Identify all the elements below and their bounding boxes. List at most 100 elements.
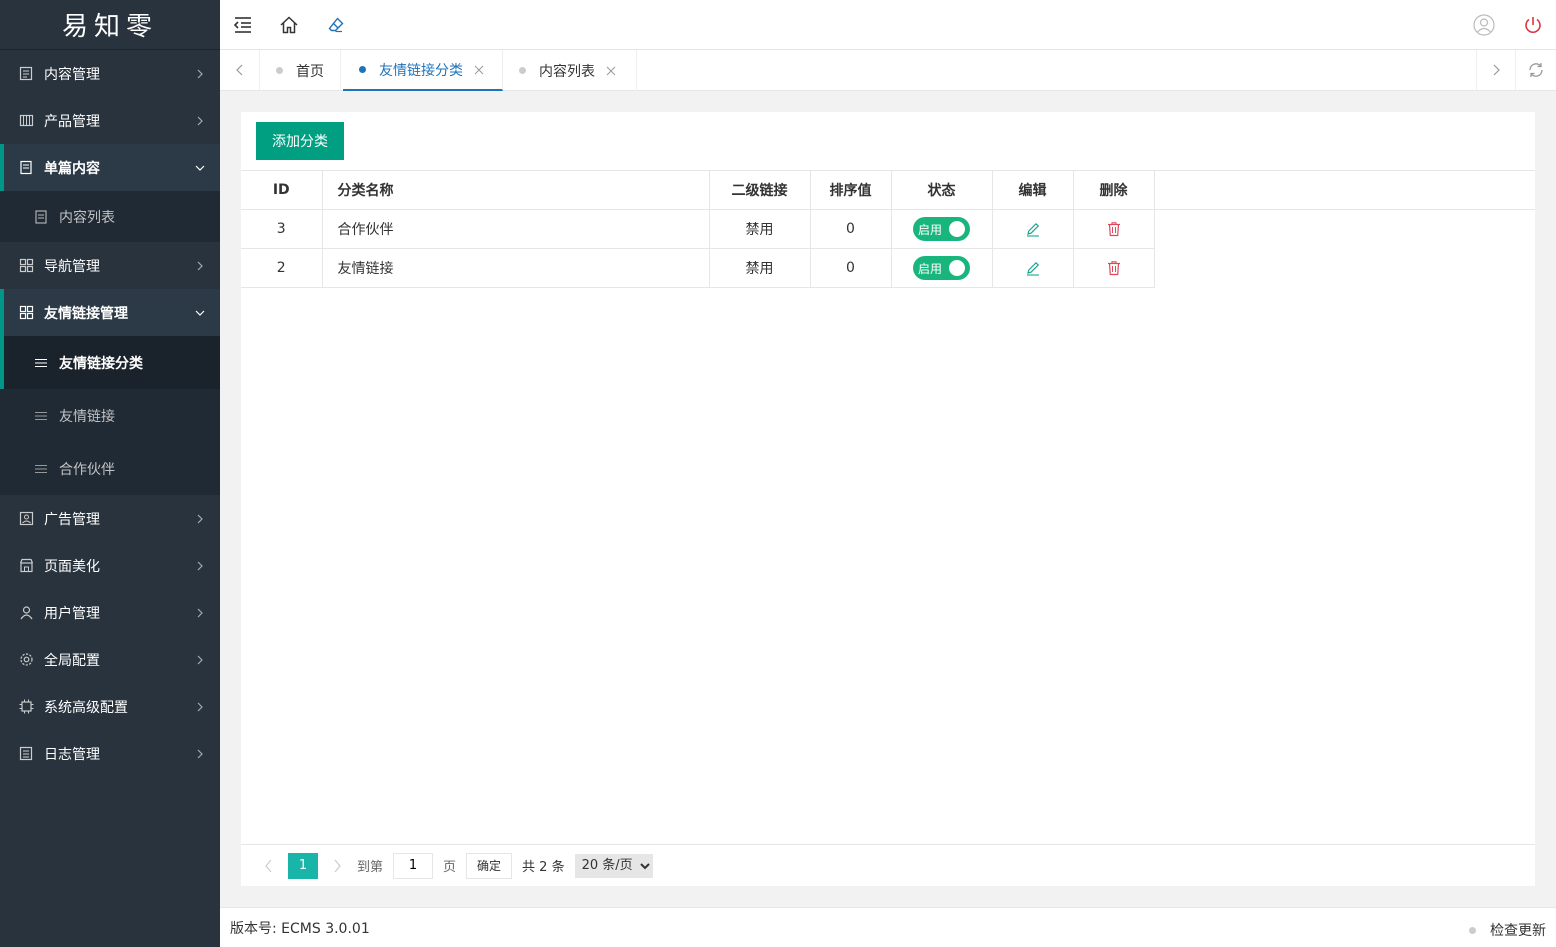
sidebar-subitem-content-list[interactable]: 内容列表: [0, 191, 220, 242]
pagination: 1 到第 页 确定 共 2 条 20 条/页: [241, 844, 1535, 886]
sidebar-subitem-partner[interactable]: 合作伙伴: [0, 442, 220, 495]
sidebar-subitem-label: 内容列表: [59, 209, 115, 226]
page-size-select[interactable]: 20 条/页: [574, 853, 653, 878]
tab-dot: [359, 66, 366, 73]
tab-dot: [519, 67, 526, 74]
eraser-icon[interactable]: [324, 13, 348, 37]
logo[interactable]: 易知零: [0, 0, 220, 50]
sidebar-item-advanced-config[interactable]: 系统高级配置: [0, 683, 220, 730]
power-icon[interactable]: [1521, 13, 1545, 37]
chevron-down-icon: [195, 165, 205, 171]
list-icon: [34, 462, 48, 476]
page-unit-label: 页: [443, 860, 457, 875]
table-row: 2 友情链接 禁用 0 启用: [241, 248, 1155, 288]
chevron-right-icon: [197, 514, 203, 523]
chevron-right-icon: [197, 702, 203, 711]
close-icon[interactable]: [605, 65, 617, 77]
category-table: ID 分类名称 二级链接 排序值 状态 编辑 删除 3 合作伙伴 禁用 0 启用: [241, 170, 1155, 288]
refresh-icon[interactable]: [1516, 50, 1556, 90]
sidebar-item-label: 单篇内容: [44, 160, 100, 177]
tab-scroll-left-icon[interactable]: [220, 50, 260, 90]
status-switch[interactable]: 启用: [913, 217, 970, 241]
page-input[interactable]: [393, 852, 434, 879]
sidebar-subitem-friend-link[interactable]: 友情链接: [0, 389, 220, 442]
cell-sort: 0: [809, 209, 892, 249]
chip-icon: [18, 699, 34, 715]
trash-icon[interactable]: [1106, 221, 1122, 237]
chevron-right-icon: [197, 561, 203, 570]
sidebar-item-product[interactable]: 产品管理: [0, 97, 220, 144]
cell-sort: 0: [809, 248, 892, 288]
avatar-icon[interactable]: [1472, 13, 1496, 37]
cell-id: 2: [241, 248, 323, 288]
footer: 版本号: ECMS 3.0.01 检查更新: [220, 907, 1556, 947]
close-icon[interactable]: [473, 64, 485, 76]
tab-dot: [276, 67, 283, 74]
sidebar-item-logs[interactable]: 日志管理: [0, 730, 220, 777]
tab-content-list[interactable]: 内容列表: [503, 50, 637, 91]
cell-delete: [1072, 209, 1155, 249]
next-page-icon[interactable]: [327, 856, 347, 876]
sidebar-item-friend-links[interactable]: 友情链接管理: [0, 289, 220, 336]
goto-label: 到第: [357, 860, 384, 875]
main-card: 添加分类 ID 分类名称 二级链接 排序值 状态 编辑 删除 3 合作伙伴 禁用…: [241, 112, 1535, 886]
sidebar-menu: 内容管理 产品管理 单篇内容 内容列表 导航管理 友情链接管理 友情链接分类 友…: [0, 50, 220, 777]
chevron-right-icon: [197, 261, 203, 270]
tab-link-category[interactable]: 友情链接分类: [343, 50, 503, 91]
sidebar-subitem-link-category[interactable]: 友情链接分类: [0, 336, 220, 389]
top-header: [220, 0, 1556, 50]
cell-status: 启用: [890, 209, 993, 249]
trash-icon[interactable]: [1106, 260, 1122, 276]
sidebar-item-users[interactable]: 用户管理: [0, 589, 220, 636]
tab-scroll-right-icon[interactable]: [1476, 50, 1516, 90]
confirm-page-button[interactable]: 确定: [466, 852, 513, 879]
sidebar-subitem-label: 友情链接分类: [59, 355, 143, 372]
col-header-delete: 删除: [1072, 170, 1155, 210]
chevron-down-icon: [195, 310, 205, 316]
user-icon: [18, 605, 34, 621]
status-switch[interactable]: 启用: [913, 256, 970, 280]
cell-delete: [1072, 248, 1155, 288]
image-icon: [18, 511, 34, 527]
menu-toggle-icon[interactable]: [231, 13, 255, 37]
add-category-button[interactable]: 添加分类: [256, 122, 344, 160]
page-icon: [18, 160, 34, 176]
cell-status: 启用: [890, 248, 993, 288]
table-header-row: ID 分类名称 二级链接 排序值 状态 编辑 删除: [241, 170, 1155, 210]
sidebar-item-label: 页面美化: [44, 558, 100, 575]
sidebar-item-global-config[interactable]: 全局配置: [0, 636, 220, 683]
cell-edit: [991, 209, 1074, 249]
col-header-sort: 排序值: [809, 170, 892, 210]
tab-bar: 首页 友情链接分类 内容列表: [220, 50, 1556, 91]
content-icon: [18, 66, 34, 82]
edit-icon[interactable]: [1025, 260, 1041, 276]
sidebar-item-single-page[interactable]: 单篇内容: [0, 144, 220, 191]
store-icon: [18, 558, 34, 574]
tab-label: 内容列表: [539, 63, 595, 80]
tab-label: 友情链接分类: [379, 62, 463, 79]
cell-name: 合作伙伴: [321, 209, 710, 249]
sidebar-item-label: 产品管理: [44, 113, 100, 130]
sidebar-item-label: 广告管理: [44, 511, 100, 528]
submenu-single-page: 内容列表: [0, 191, 220, 242]
sidebar-item-navigation[interactable]: 导航管理: [0, 242, 220, 289]
sidebar-item-ads[interactable]: 广告管理: [0, 495, 220, 542]
product-icon: [18, 113, 34, 129]
col-header-status: 状态: [890, 170, 993, 210]
home-icon[interactable]: [277, 13, 301, 37]
grid-icon: [18, 305, 34, 321]
sidebar-subitem-label: 合作伙伴: [59, 461, 115, 478]
list-icon: [34, 409, 48, 423]
check-update-link[interactable]: 检查更新: [1469, 920, 1546, 940]
table-row: 3 合作伙伴 禁用 0 启用: [241, 209, 1155, 249]
sidebar-item-content[interactable]: 内容管理: [0, 50, 220, 97]
tab-home[interactable]: 首页: [260, 50, 341, 91]
col-header-sub-link: 二级链接: [708, 170, 811, 210]
sidebar-item-beautify[interactable]: 页面美化: [0, 542, 220, 589]
current-page[interactable]: 1: [288, 852, 318, 879]
tab-label: 首页: [296, 63, 324, 80]
chevron-right-icon: [197, 69, 203, 78]
page-icon: [34, 209, 48, 224]
prev-page-icon[interactable]: [259, 856, 279, 876]
edit-icon[interactable]: [1025, 221, 1041, 237]
